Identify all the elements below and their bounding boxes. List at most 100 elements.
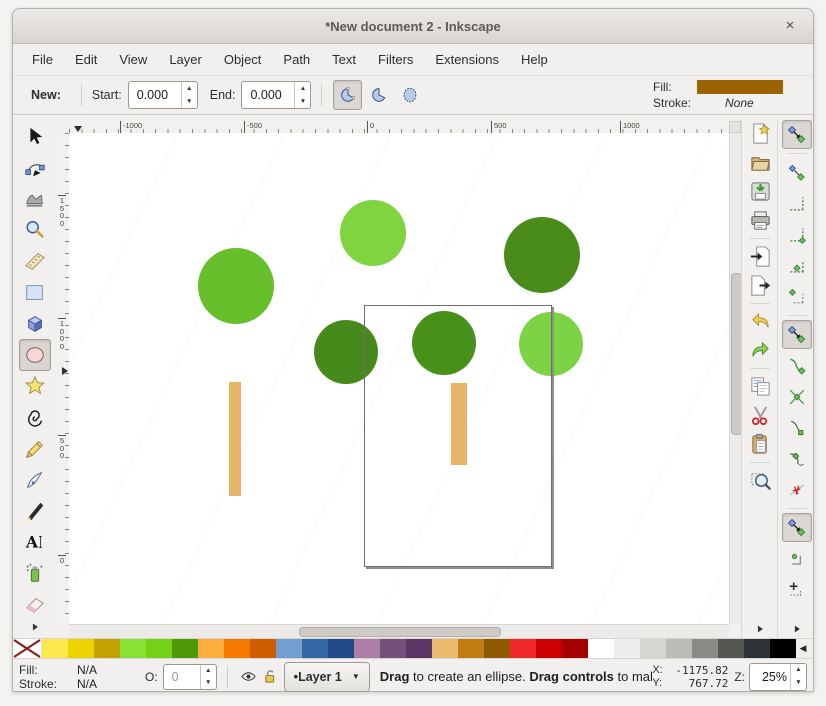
start-value[interactable]: 0.000	[129, 82, 181, 108]
palette-swatch[interactable]	[770, 639, 796, 658]
palette-swatch[interactable]	[744, 639, 770, 658]
palette-swatch[interactable]	[718, 639, 744, 658]
selector-tool[interactable]	[19, 121, 51, 152]
close-button[interactable]: ×	[781, 17, 799, 35]
snap-bbox-edges-button[interactable]	[782, 189, 812, 218]
menu-item-layer[interactable]: Layer	[158, 44, 213, 75]
palette-swatch[interactable]	[640, 639, 666, 658]
spin-up-icon[interactable]: ▲	[201, 665, 216, 677]
title-bar[interactable]: *New document 2 - Inkscape ×	[13, 9, 813, 44]
fill-stroke-indicator[interactable]: Fill: N/A Stroke: N/A	[19, 663, 143, 691]
snap-expander-icon[interactable]	[787, 622, 807, 636]
snap-smooth-nodes-button[interactable]	[782, 444, 812, 473]
palette-swatch[interactable]	[276, 639, 302, 658]
horizontal-scrollbar-thumb[interactable]	[299, 627, 501, 637]
palette-swatch[interactable]	[198, 639, 224, 658]
layer-visibility-icon[interactable]	[240, 668, 257, 685]
palette-swatch[interactable]	[302, 639, 328, 658]
star-tool[interactable]	[19, 371, 51, 402]
palette-swatch[interactable]	[562, 639, 588, 658]
spin-up-icon[interactable]: ▲	[295, 82, 310, 95]
drawing-canvas[interactable]	[69, 133, 729, 624]
palette-no-color-swatch[interactable]	[13, 639, 42, 658]
palette-swatch[interactable]	[536, 639, 562, 658]
zoom-value[interactable]: 25%	[750, 664, 790, 690]
print-button[interactable]	[745, 206, 775, 235]
spin-down-icon[interactable]: ▼	[791, 677, 806, 690]
rectangle-tool[interactable]	[19, 277, 51, 308]
spin-up-icon[interactable]: ▲	[791, 664, 806, 677]
snap-page-border-button[interactable]	[782, 575, 812, 604]
save-document-button[interactable]	[745, 177, 775, 206]
spin-down-icon[interactable]: ▼	[295, 95, 310, 108]
palette-swatch[interactable]	[172, 639, 198, 658]
toolbox-expander-icon[interactable]	[25, 620, 45, 634]
palette-swatch[interactable]	[666, 639, 692, 658]
export-button[interactable]	[745, 271, 775, 300]
eraser-tool[interactable]	[19, 589, 51, 620]
snap-object-centers-button[interactable]	[782, 544, 812, 573]
palette-swatch[interactable]	[224, 639, 250, 658]
ellipse-tool[interactable]	[19, 339, 51, 370]
snap-cusp-nodes-button[interactable]	[782, 413, 812, 442]
palette-swatch[interactable]	[588, 639, 614, 658]
palette-swatch[interactable]	[354, 639, 380, 658]
palette-swatch[interactable]	[458, 639, 484, 658]
redo-button[interactable]	[745, 336, 775, 365]
palette-swatch[interactable]	[68, 639, 94, 658]
import-button[interactable]	[745, 242, 775, 271]
snap-path-intersections-button[interactable]	[782, 382, 812, 411]
spin-down-icon[interactable]: ▼	[201, 677, 216, 689]
open-arc-button[interactable]	[364, 80, 393, 110]
tree-crown-circle[interactable]	[198, 248, 274, 324]
closed-arc-slice-button[interactable]	[333, 80, 362, 110]
menu-item-path[interactable]: Path	[272, 44, 321, 75]
copy-button[interactable]	[745, 372, 775, 401]
spiral-tool[interactable]	[19, 402, 51, 433]
menu-item-text[interactable]: Text	[321, 44, 367, 75]
palette-swatch[interactable]	[432, 639, 458, 658]
box-3d-tool[interactable]	[19, 308, 51, 339]
new-document-button[interactable]	[745, 119, 775, 148]
palette-swatch[interactable]	[328, 639, 354, 658]
palette-swatch[interactable]	[614, 639, 640, 658]
ruler-corner-button[interactable]	[729, 121, 741, 133]
tweak-tool[interactable]	[19, 183, 51, 214]
menu-item-view[interactable]: View	[108, 44, 158, 75]
end-spinbox[interactable]: 0.000 ▲▼	[241, 81, 311, 109]
palette-scroll-left-icon[interactable]: ◀	[796, 639, 810, 658]
start-spinbox[interactable]: 0.000 ▲▼	[128, 81, 198, 109]
zoom-spinbox[interactable]: 25% ▲▼	[749, 663, 807, 691]
snap-line-midpoints-button[interactable]	[782, 475, 812, 504]
palette-swatch[interactable]	[510, 639, 536, 658]
snap-enable-button[interactable]	[782, 120, 812, 149]
palette-swatch[interactable]	[42, 639, 68, 658]
palette-swatch[interactable]	[692, 639, 718, 658]
menu-item-file[interactable]: File	[21, 44, 64, 75]
palette-swatch[interactable]	[380, 639, 406, 658]
spin-up-icon[interactable]: ▲	[182, 82, 197, 95]
snap-paths-button[interactable]	[782, 351, 812, 380]
spray-tool[interactable]	[19, 558, 51, 589]
opacity-spinbox[interactable]: 0 ▲▼	[163, 664, 217, 690]
snap-nodes-button[interactable]	[782, 320, 812, 349]
bezier-pen-tool[interactable]	[19, 464, 51, 495]
palette-swatch[interactable]	[250, 639, 276, 658]
layer-lock-icon[interactable]	[261, 668, 278, 685]
measure-tool[interactable]	[19, 246, 51, 277]
palette-swatch[interactable]	[120, 639, 146, 658]
menu-item-help[interactable]: Help	[510, 44, 559, 75]
snap-bbox-edge-midpoints-button[interactable]	[782, 251, 812, 280]
pencil-tool[interactable]	[19, 433, 51, 464]
tree-crown-circle[interactable]	[340, 200, 406, 266]
text-tool[interactable]: A	[19, 527, 51, 558]
calligraphy-tool[interactable]	[19, 495, 51, 526]
tree-crown-circle[interactable]	[504, 217, 580, 293]
zoom-tool[interactable]	[19, 215, 51, 246]
palette-swatch[interactable]	[484, 639, 510, 658]
palette-swatch[interactable]	[94, 639, 120, 658]
menu-item-filters[interactable]: Filters	[367, 44, 424, 75]
menu-item-object[interactable]: Object	[213, 44, 273, 75]
snap-bbox-centers-button[interactable]	[782, 282, 812, 311]
end-value[interactable]: 0.000	[242, 82, 294, 108]
